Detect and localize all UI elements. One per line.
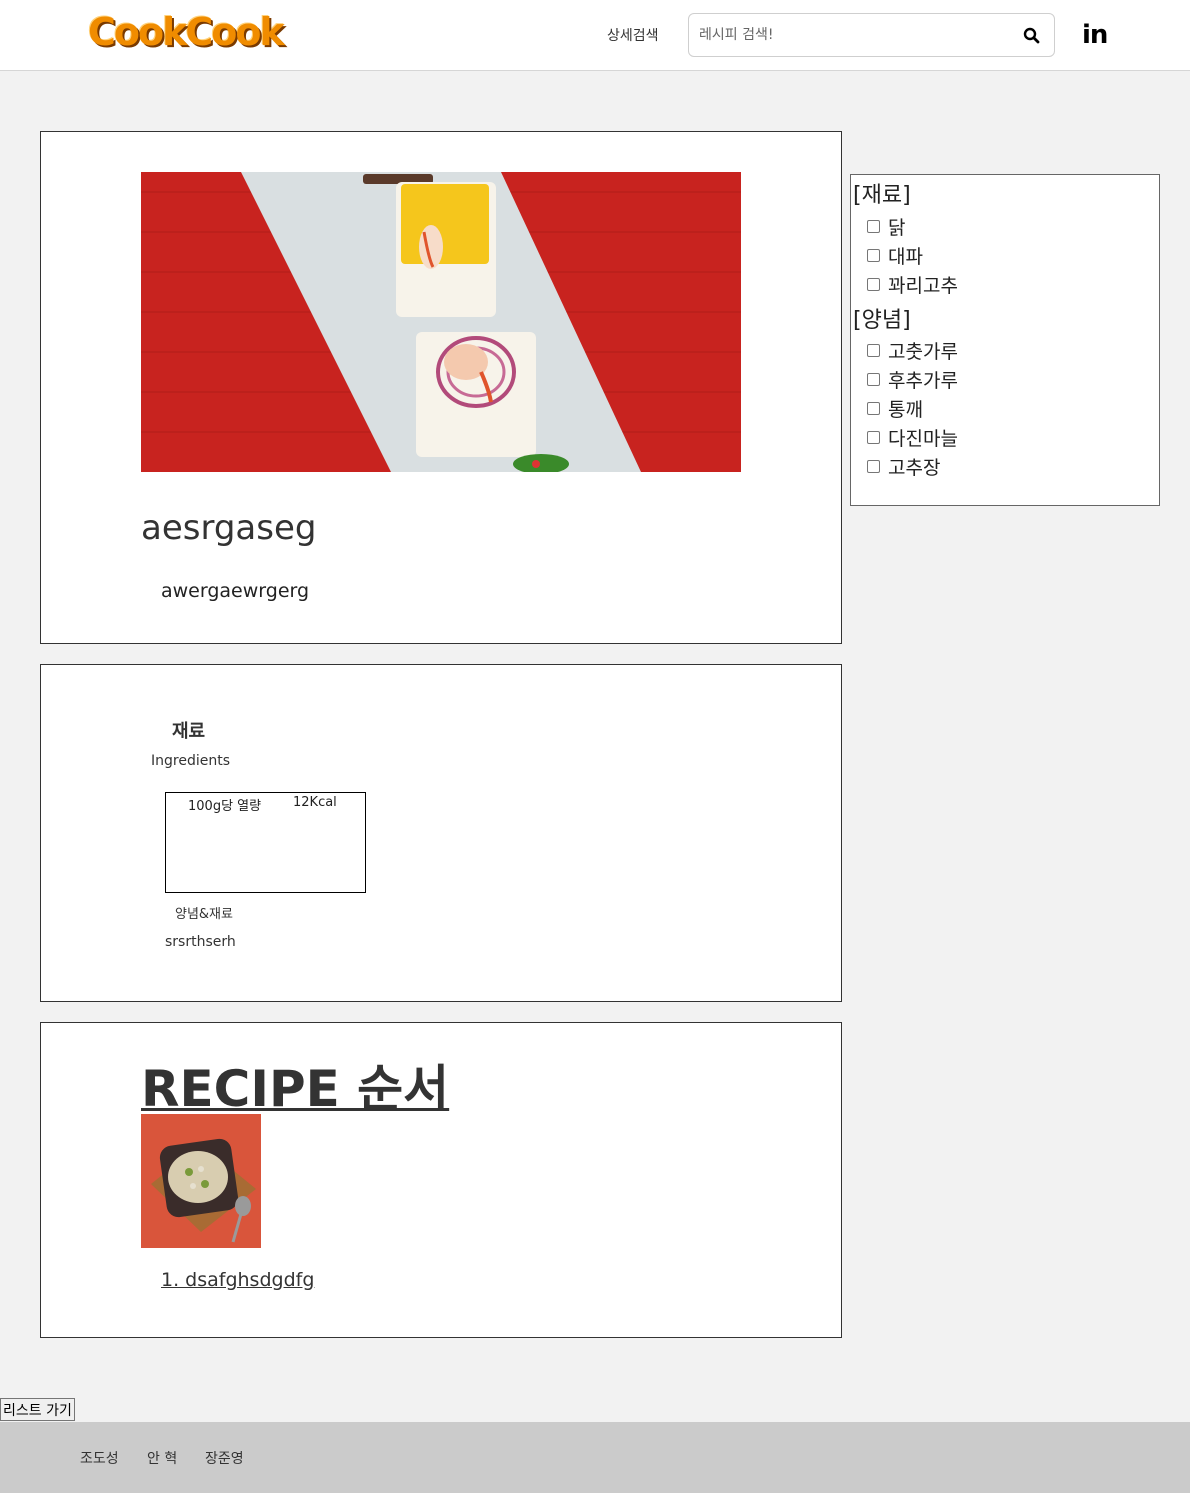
footer-member: 장준영 [205, 1451, 244, 1467]
recipe-title: aesrgaseg [141, 508, 317, 548]
step-item[interactable]: 1. dsafghsdgdfg [161, 1269, 314, 1291]
calorie-label: 100g당 열량 [188, 799, 262, 814]
option-label: 대파 [888, 246, 923, 268]
checkbox[interactable] [867, 249, 880, 262]
recipe-steps-card: RECIPE 순서 1. dsafghsdgdfg [40, 1022, 842, 1338]
seasoning-text: srsrthserh [165, 934, 236, 950]
option-label: 고춧가루 [888, 341, 958, 363]
checkbox[interactable] [867, 460, 880, 473]
filter-group-title: [양념] [853, 308, 911, 333]
filter-option[interactable]: 후추가루 [867, 366, 958, 393]
checkbox[interactable] [867, 402, 880, 415]
filter-option[interactable]: 대파 [867, 242, 923, 269]
seasoning-title: 양념&재료 [175, 907, 233, 922]
checkbox[interactable] [867, 220, 880, 233]
filter-option[interactable]: 통깨 [867, 395, 923, 422]
ingredient-filter-panel: [재료] 닭 대파 꽈리고추 [양념] 고춧가루 후추가루 통깨 다진마늘 고추… [850, 174, 1160, 506]
option-label: 고추장 [888, 457, 941, 479]
calorie-box: 100g당 열량 12Kcal [165, 792, 366, 893]
checkbox[interactable] [867, 278, 880, 291]
search-box [688, 13, 1055, 57]
ingredients-card: 재료 Ingredients 100g당 열량 12Kcal 양념&재료 srs… [40, 664, 842, 1002]
option-label: 다진마늘 [888, 428, 958, 450]
checkbox[interactable] [867, 344, 880, 357]
checkbox[interactable] [867, 431, 880, 444]
recipe-main-image [141, 172, 741, 472]
header: CookCook 상세검색 in [0, 0, 1190, 71]
ingredients-subtitle: Ingredients [151, 753, 230, 769]
logo[interactable]: CookCook [88, 10, 285, 54]
filter-option[interactable]: 고추장 [867, 453, 940, 480]
search-icon [1023, 27, 1040, 44]
footer: 조도성 안 혁 장준영 [0, 1422, 1190, 1493]
filter-option[interactable]: 꽈리고추 [867, 271, 958, 298]
recipe-description: awergaewrgerg [161, 580, 310, 602]
option-label: 통깨 [888, 399, 923, 421]
ingredients-title: 재료 [172, 721, 206, 742]
option-label: 닭 [888, 217, 906, 239]
advanced-search-link[interactable]: 상세검색 [607, 25, 659, 45]
search-input[interactable] [699, 24, 999, 46]
steps-title: RECIPE 순서 [141, 1060, 450, 1118]
filter-option[interactable]: 고춧가루 [867, 337, 958, 364]
recipe-summary-card: aesrgaseg awergaewrgerg [40, 131, 842, 644]
footer-member: 조도성 [80, 1451, 119, 1467]
back-to-list-button[interactable]: 리스트 가기 [0, 1398, 75, 1421]
step-image [141, 1114, 261, 1248]
checkbox[interactable] [867, 373, 880, 386]
filter-option[interactable]: 닭 [867, 213, 905, 240]
calorie-value: 12Kcal [293, 795, 337, 810]
filter-option[interactable]: 다진마늘 [867, 424, 958, 451]
filter-group-title: [재료] [853, 183, 911, 208]
linkedin-icon[interactable]: in [1082, 20, 1108, 50]
option-label: 후추가루 [888, 370, 958, 392]
footer-member: 안 혁 [147, 1451, 178, 1467]
option-label: 꽈리고추 [888, 275, 958, 297]
search-button[interactable] [1020, 24, 1044, 48]
